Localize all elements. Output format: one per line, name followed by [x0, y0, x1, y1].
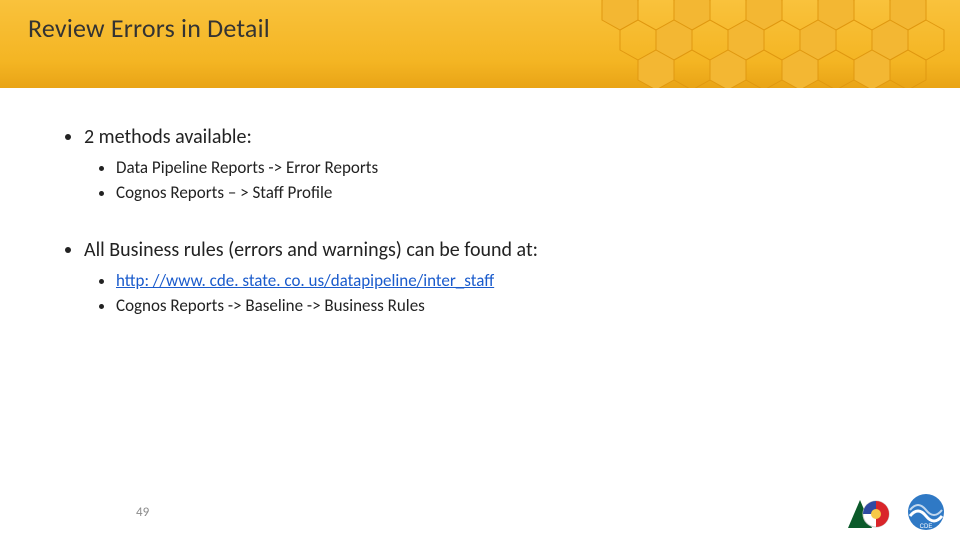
page-number: 49: [136, 505, 149, 520]
bullet-1-sub-2: Cognos Reports – > Staff Profile: [116, 182, 920, 205]
footer-logos: CDE: [842, 492, 946, 532]
bullet-2: All Business rules (errors and warnings)…: [84, 237, 920, 318]
colorado-logo-icon: [842, 492, 900, 532]
cde-logo-icon: CDE: [906, 492, 946, 532]
business-rules-link[interactable]: http: //www. cde. state. co. us/datapipe…: [116, 270, 494, 291]
bullet-2-sub-2: Cognos Reports -> Baseline -> Business R…: [116, 295, 920, 318]
bullet-1: 2 methods available: Data Pipeline Repor…: [84, 124, 920, 205]
slide-body: 2 methods available: Data Pipeline Repor…: [0, 88, 960, 318]
hex-decoration: [600, 0, 960, 88]
slide-header: Review Errors in Detail: [0, 0, 960, 88]
slide-title: Review Errors in Detail: [28, 12, 270, 44]
bullet-1-text: 2 methods available:: [84, 125, 252, 149]
bullet-1-sub-1: Data Pipeline Reports -> Error Reports: [116, 157, 920, 180]
bullet-2-text: All Business rules (errors and warnings)…: [84, 238, 538, 262]
bullet-2-sub-1: http: //www. cde. state. co. us/datapipe…: [116, 270, 920, 293]
svg-text:CDE: CDE: [920, 524, 933, 530]
